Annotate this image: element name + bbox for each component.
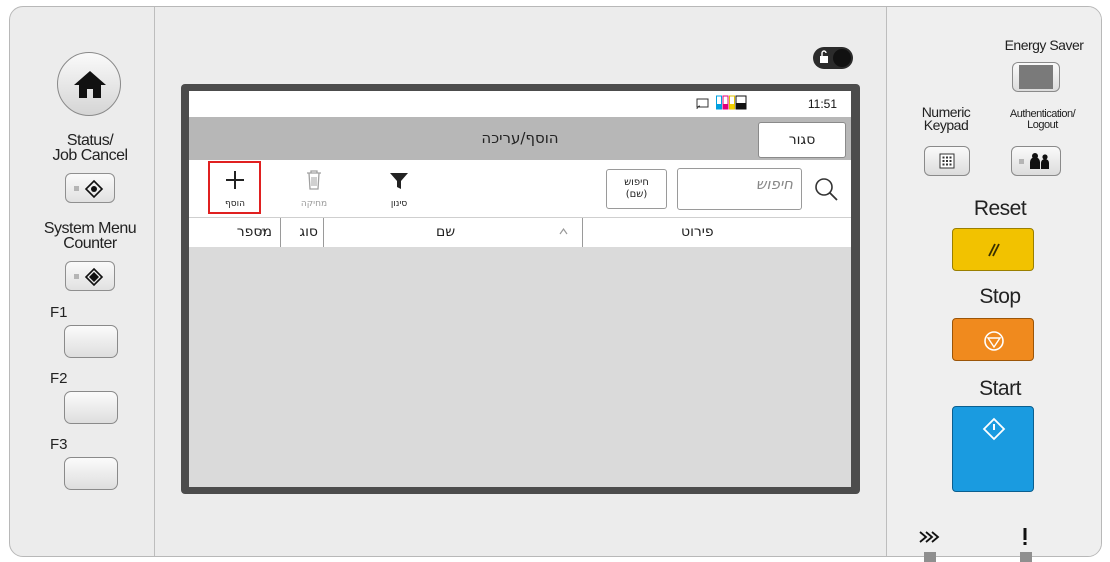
footer-tab-right: [1020, 552, 1032, 562]
toner-level-icon: [716, 95, 747, 110]
column-header-number[interactable]: מספר: [189, 218, 280, 247]
table-body-empty: [189, 247, 851, 487]
moon-icon: [1019, 65, 1053, 89]
numeric-keypad-label: Numeric Keypad: [921, 104, 971, 133]
column-label-details: פירוט: [681, 224, 714, 240]
energy-saver-label: Energy Saver: [1004, 37, 1084, 53]
stop-label: Stop: [979, 285, 1021, 308]
user-login-icon: [1030, 153, 1049, 169]
start-diamond-icon: [982, 417, 1006, 441]
filter-icon: [390, 173, 408, 189]
status-led: [74, 186, 79, 191]
search-input[interactable]: חיפוש: [677, 168, 802, 210]
search-icon[interactable]: [808, 172, 844, 208]
page-title: הוסף/עריכה: [481, 129, 559, 147]
home-button[interactable]: [57, 52, 121, 116]
status-diamond-icon: [84, 179, 104, 199]
add-button-highlight: [208, 161, 261, 214]
authentication-logout-button[interactable]: [1011, 146, 1061, 176]
f3-button[interactable]: [64, 457, 118, 490]
screen-mirror-icon: [696, 98, 709, 110]
status-job-cancel-button[interactable]: [65, 173, 115, 203]
search-by-line2: (שם): [625, 189, 648, 200]
column-label-type: סוג: [299, 224, 318, 240]
auth-led: [1019, 159, 1024, 164]
toolbar: הוסף מחיקה סינון חיפוש (שם) חיפוש: [189, 160, 851, 217]
lock-icon: [820, 56, 828, 63]
start-button[interactable]: [952, 406, 1034, 492]
attention-icon: [1023, 528, 1027, 545]
touch-screen: 11:51 הוסף/עריכה סגור הוסף מחיקה סינון ח…: [189, 91, 851, 487]
column-label-name: שם: [436, 224, 456, 240]
column-header-name[interactable]: שם: [323, 218, 583, 247]
stop-button[interactable]: [952, 318, 1034, 361]
filter-label: סינון: [390, 199, 408, 209]
data-indicator-icon: [919, 531, 940, 543]
reset-slash-icon: [988, 243, 1000, 257]
f2-button[interactable]: [64, 391, 118, 424]
column-header-type[interactable]: סוג: [280, 218, 324, 247]
delete-label: מחיקה: [300, 199, 328, 209]
f1-button[interactable]: [64, 325, 118, 358]
filter-button[interactable]: סינון: [374, 162, 424, 212]
authentication-logout-label: Authentication/ Logout: [1009, 108, 1076, 131]
f2-label: F2: [50, 370, 68, 387]
left-panel-divider: [154, 7, 155, 556]
reset-label: Reset: [973, 197, 1027, 220]
sort-caret-icon: [559, 227, 568, 235]
system-menu-counter-label: System Menu Counter: [43, 220, 137, 252]
close-button[interactable]: סגור: [758, 122, 846, 158]
delete-button[interactable]: מחיקה: [289, 162, 339, 212]
trash-icon: [307, 170, 321, 190]
status-job-cancel-label: Status/ Job Cancel: [52, 132, 128, 164]
search-by-button[interactable]: חיפוש (שם): [606, 169, 667, 209]
f3-label: F3: [50, 436, 68, 453]
numeric-keypad-button[interactable]: [924, 146, 970, 176]
lock-toggle[interactable]: [813, 47, 853, 69]
table-header: מספר סוג שם פירוט: [189, 217, 851, 247]
keypad-icon: [939, 153, 955, 169]
title-bar: הוסף/עריכה סגור: [189, 117, 851, 160]
system-menu-led: [74, 274, 79, 279]
energy-saver-button[interactable]: [1012, 62, 1060, 92]
status-bar: 11:51: [189, 91, 851, 117]
home-icon: [74, 71, 106, 98]
f1-label: F1: [50, 304, 68, 321]
reset-button[interactable]: [952, 228, 1034, 271]
search-by-line1: חיפוש: [624, 177, 649, 188]
system-menu-counter-button[interactable]: [65, 261, 115, 291]
start-label: Start: [979, 377, 1021, 400]
stop-icon: [984, 331, 1004, 351]
system-menu-diamond-icon: [84, 267, 104, 287]
column-header-details[interactable]: פירוט: [582, 218, 851, 247]
clock: 11:51: [807, 97, 837, 111]
footer-tab-left: [924, 552, 936, 562]
column-label-number: מספר: [236, 224, 272, 240]
